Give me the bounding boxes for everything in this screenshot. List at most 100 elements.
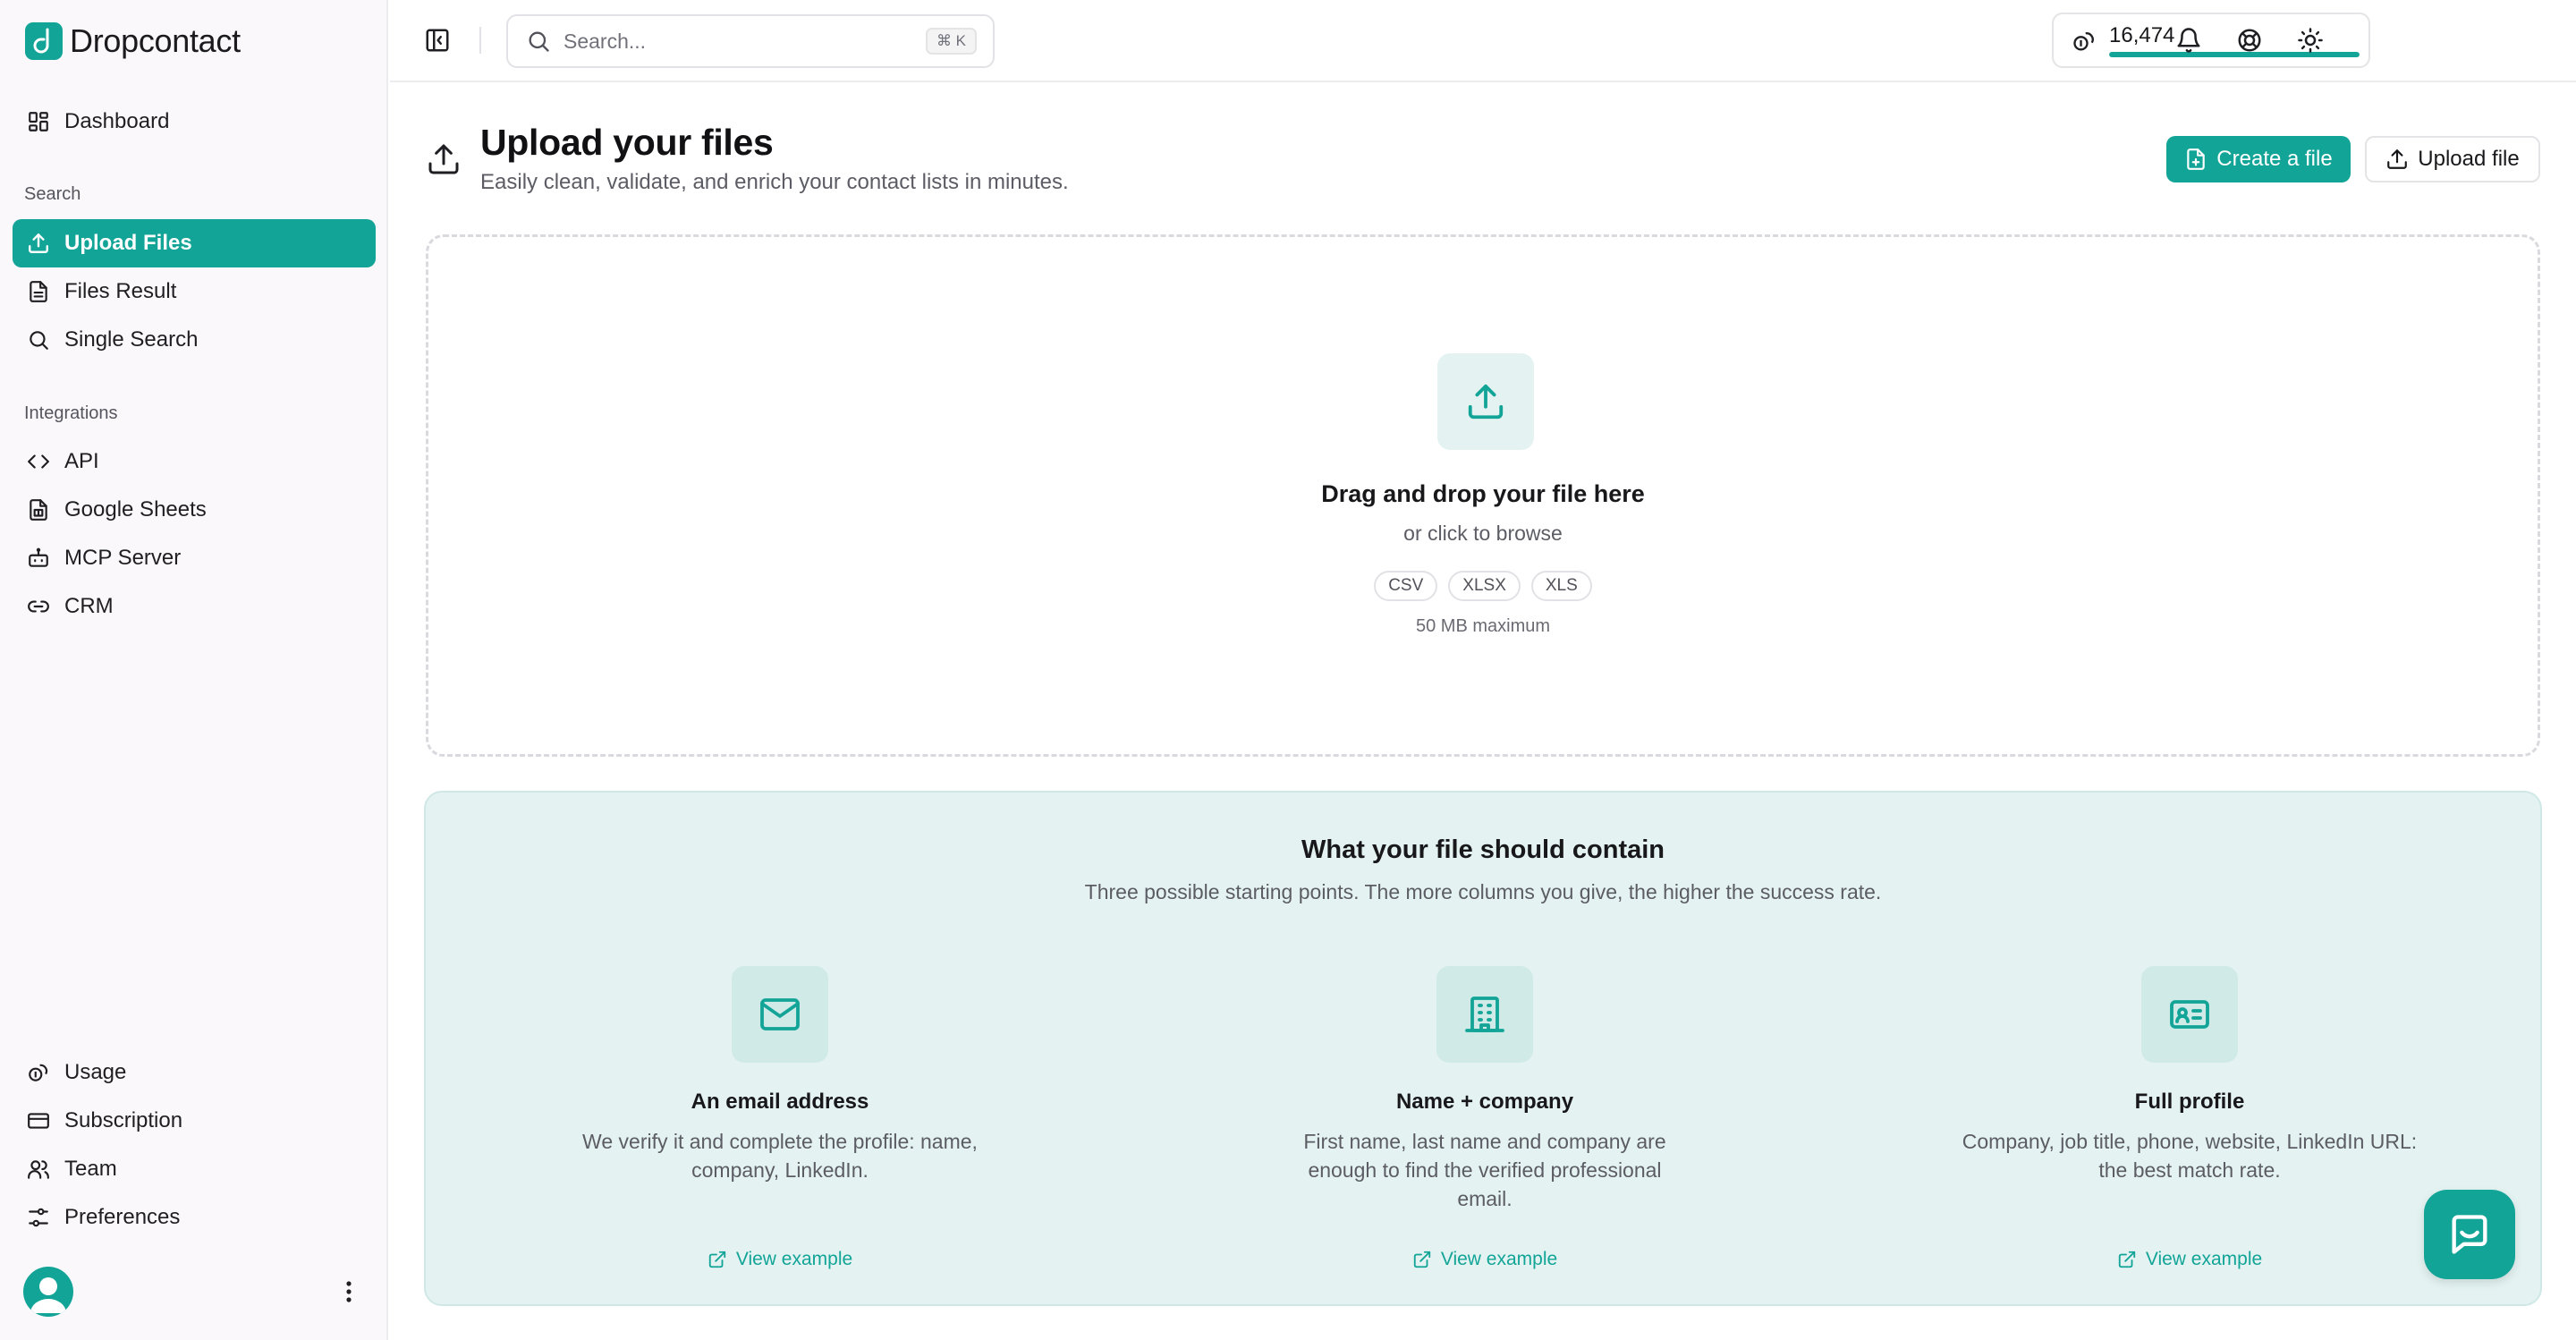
requirement-description: We verify it and complete the profile: n… xyxy=(582,1130,978,1182)
code-icon xyxy=(28,454,49,469)
chat-support-button[interactable] xyxy=(2424,1190,2515,1279)
bell-icon[interactable] xyxy=(2175,27,2202,54)
dropzone-subtitle: or click to browse xyxy=(1403,522,1563,545)
brand-name: Dropcontact xyxy=(70,22,241,59)
sheet-icon xyxy=(30,499,47,521)
file-plus-icon xyxy=(2187,148,2206,170)
search-placeholder: Search... xyxy=(564,29,647,53)
requirement-title: Name + company xyxy=(1395,1090,1574,1114)
sidebar-toggle-icon[interactable] xyxy=(424,27,451,54)
avatar[interactable] xyxy=(23,1267,73,1317)
sidebar-item-label: Subscription xyxy=(64,1108,183,1132)
view-example-label: View example xyxy=(2145,1249,2263,1269)
sidebar-item-label: Team xyxy=(64,1157,117,1181)
view-example-link[interactable]: View example xyxy=(547,1249,1013,1270)
external-link-icon xyxy=(708,1251,725,1268)
create-file-button[interactable]: Create a file xyxy=(2166,136,2351,182)
create-file-label: Create a file xyxy=(2216,147,2333,171)
credits-count: 16,474 xyxy=(2109,23,2175,47)
coins-icon xyxy=(29,1064,48,1081)
sidebar-item-subscription[interactable]: Subscription xyxy=(13,1097,376,1145)
format-chip: CSV xyxy=(1374,571,1438,601)
view-example-label: View example xyxy=(735,1249,853,1269)
sidebar-item-team[interactable]: Team xyxy=(13,1145,376,1193)
requirement-name-company: Name + company First name, last name and… xyxy=(1252,966,1717,1288)
upload-icon xyxy=(426,141,462,177)
page-subtitle: Easily clean, validate, and enrich your … xyxy=(480,170,1069,194)
dashboard-icon xyxy=(29,112,48,131)
id-card-icon xyxy=(2141,966,2238,1063)
section-label-search: Search xyxy=(24,184,81,204)
requirement-full-profile: Full profile Company, job title, phone, … xyxy=(1957,966,2422,1288)
bot-icon xyxy=(29,547,48,567)
format-chip: XLS xyxy=(1530,571,1592,601)
view-example-link[interactable]: View example xyxy=(1957,1249,2422,1270)
view-example-link[interactable]: View example xyxy=(1252,1249,1717,1270)
sidebar-item-api[interactable]: API xyxy=(13,437,376,486)
search-icon xyxy=(529,31,549,52)
coins-icon xyxy=(2073,32,2094,51)
sidebar-item-google-sheets[interactable]: Google Sheets xyxy=(13,486,376,534)
file-text-icon xyxy=(30,281,47,302)
brand-logo[interactable]: Dropcontact xyxy=(25,21,241,61)
requirement-email: An email address We verify it and comple… xyxy=(547,966,1013,1288)
users-icon xyxy=(28,1160,49,1179)
sidebar-item-label: Single Search xyxy=(64,327,199,352)
search-input[interactable]: Search... ⌘ K xyxy=(506,14,995,68)
sidebar-item-label: Google Sheets xyxy=(64,497,207,522)
chat-bubble-icon xyxy=(2452,1215,2487,1254)
sliders-icon xyxy=(29,1208,48,1227)
sidebar-item-dashboard[interactable]: Dashboard xyxy=(13,98,376,146)
section-label-integrations: Integrations xyxy=(24,403,118,423)
sidebar-item-preferences[interactable]: Preferences xyxy=(13,1193,376,1242)
sidebar-item-upload-files[interactable]: Upload Files xyxy=(13,219,376,267)
external-link-icon xyxy=(1413,1251,1430,1268)
building-icon xyxy=(1436,966,1533,1063)
search-icon xyxy=(30,331,48,350)
upload-file-button[interactable]: Upload file xyxy=(2365,136,2540,182)
sidebar-item-files-result[interactable]: Files Result xyxy=(13,267,376,316)
more-options-icon[interactable] xyxy=(338,1277,360,1306)
sidebar-item-label: Files Result xyxy=(64,279,177,303)
requirements-title: What your file should contain xyxy=(1301,835,1665,864)
keyboard-shortcut: ⌘ K xyxy=(925,28,977,55)
help-lifebuoy-icon[interactable] xyxy=(2236,27,2263,54)
view-example-label: View example xyxy=(1440,1249,1558,1269)
format-chips: CSV XLSX XLS xyxy=(428,571,2538,601)
mail-icon xyxy=(732,966,828,1063)
external-link-icon xyxy=(2118,1251,2135,1268)
sidebar-item-crm[interactable]: CRM xyxy=(13,582,376,631)
upload-icon xyxy=(2387,149,2408,169)
max-size-note: 50 MB maximum xyxy=(1415,616,1551,636)
sidebar-item-label: Upload Files xyxy=(64,231,192,255)
dropzone-title: Drag and drop your file here xyxy=(1321,480,1645,507)
credit-card-icon xyxy=(28,1113,49,1129)
topbar: Search... ⌘ K 16,474 xyxy=(390,0,2576,82)
page-title: Upload your files xyxy=(480,122,774,163)
file-dropzone[interactable]: Drag and drop your file here or click to… xyxy=(426,234,2540,757)
sidebar-item-label: CRM xyxy=(64,594,114,618)
upload-icon xyxy=(29,233,48,253)
file-requirements-panel: What your file should contain Three poss… xyxy=(424,791,2542,1306)
dropcontact-logo-icon xyxy=(25,22,63,60)
upload-file-label: Upload file xyxy=(2418,147,2520,171)
sidebar-item-usage[interactable]: Usage xyxy=(13,1048,376,1097)
sidebar-item-label: Usage xyxy=(64,1060,127,1084)
sidebar-item-label: MCP Server xyxy=(64,546,182,570)
sidebar-item-mcp-server[interactable]: MCP Server xyxy=(13,534,376,582)
requirement-description: Company, job title, phone, website, Link… xyxy=(1962,1130,2418,1182)
requirements-subtitle: Three possible starting points. The more… xyxy=(1084,880,1882,903)
format-chip: XLSX xyxy=(1448,571,1521,601)
sidebar-item-label: Preferences xyxy=(64,1205,181,1229)
theme-sun-icon[interactable] xyxy=(2297,27,2324,54)
upload-icon xyxy=(1437,353,1534,450)
sidebar-item-label: Dashboard xyxy=(64,109,170,133)
link-icon xyxy=(28,600,49,613)
requirement-title: An email address xyxy=(691,1090,869,1114)
requirement-description: First name, last name and company are en… xyxy=(1303,1130,1666,1210)
divider xyxy=(479,27,481,54)
requirement-title: Full profile xyxy=(2134,1090,2245,1114)
sidebar-item-single-search[interactable]: Single Search xyxy=(13,316,376,364)
sidebar-item-label: API xyxy=(64,449,99,473)
user-avatar-icon xyxy=(30,1277,66,1313)
